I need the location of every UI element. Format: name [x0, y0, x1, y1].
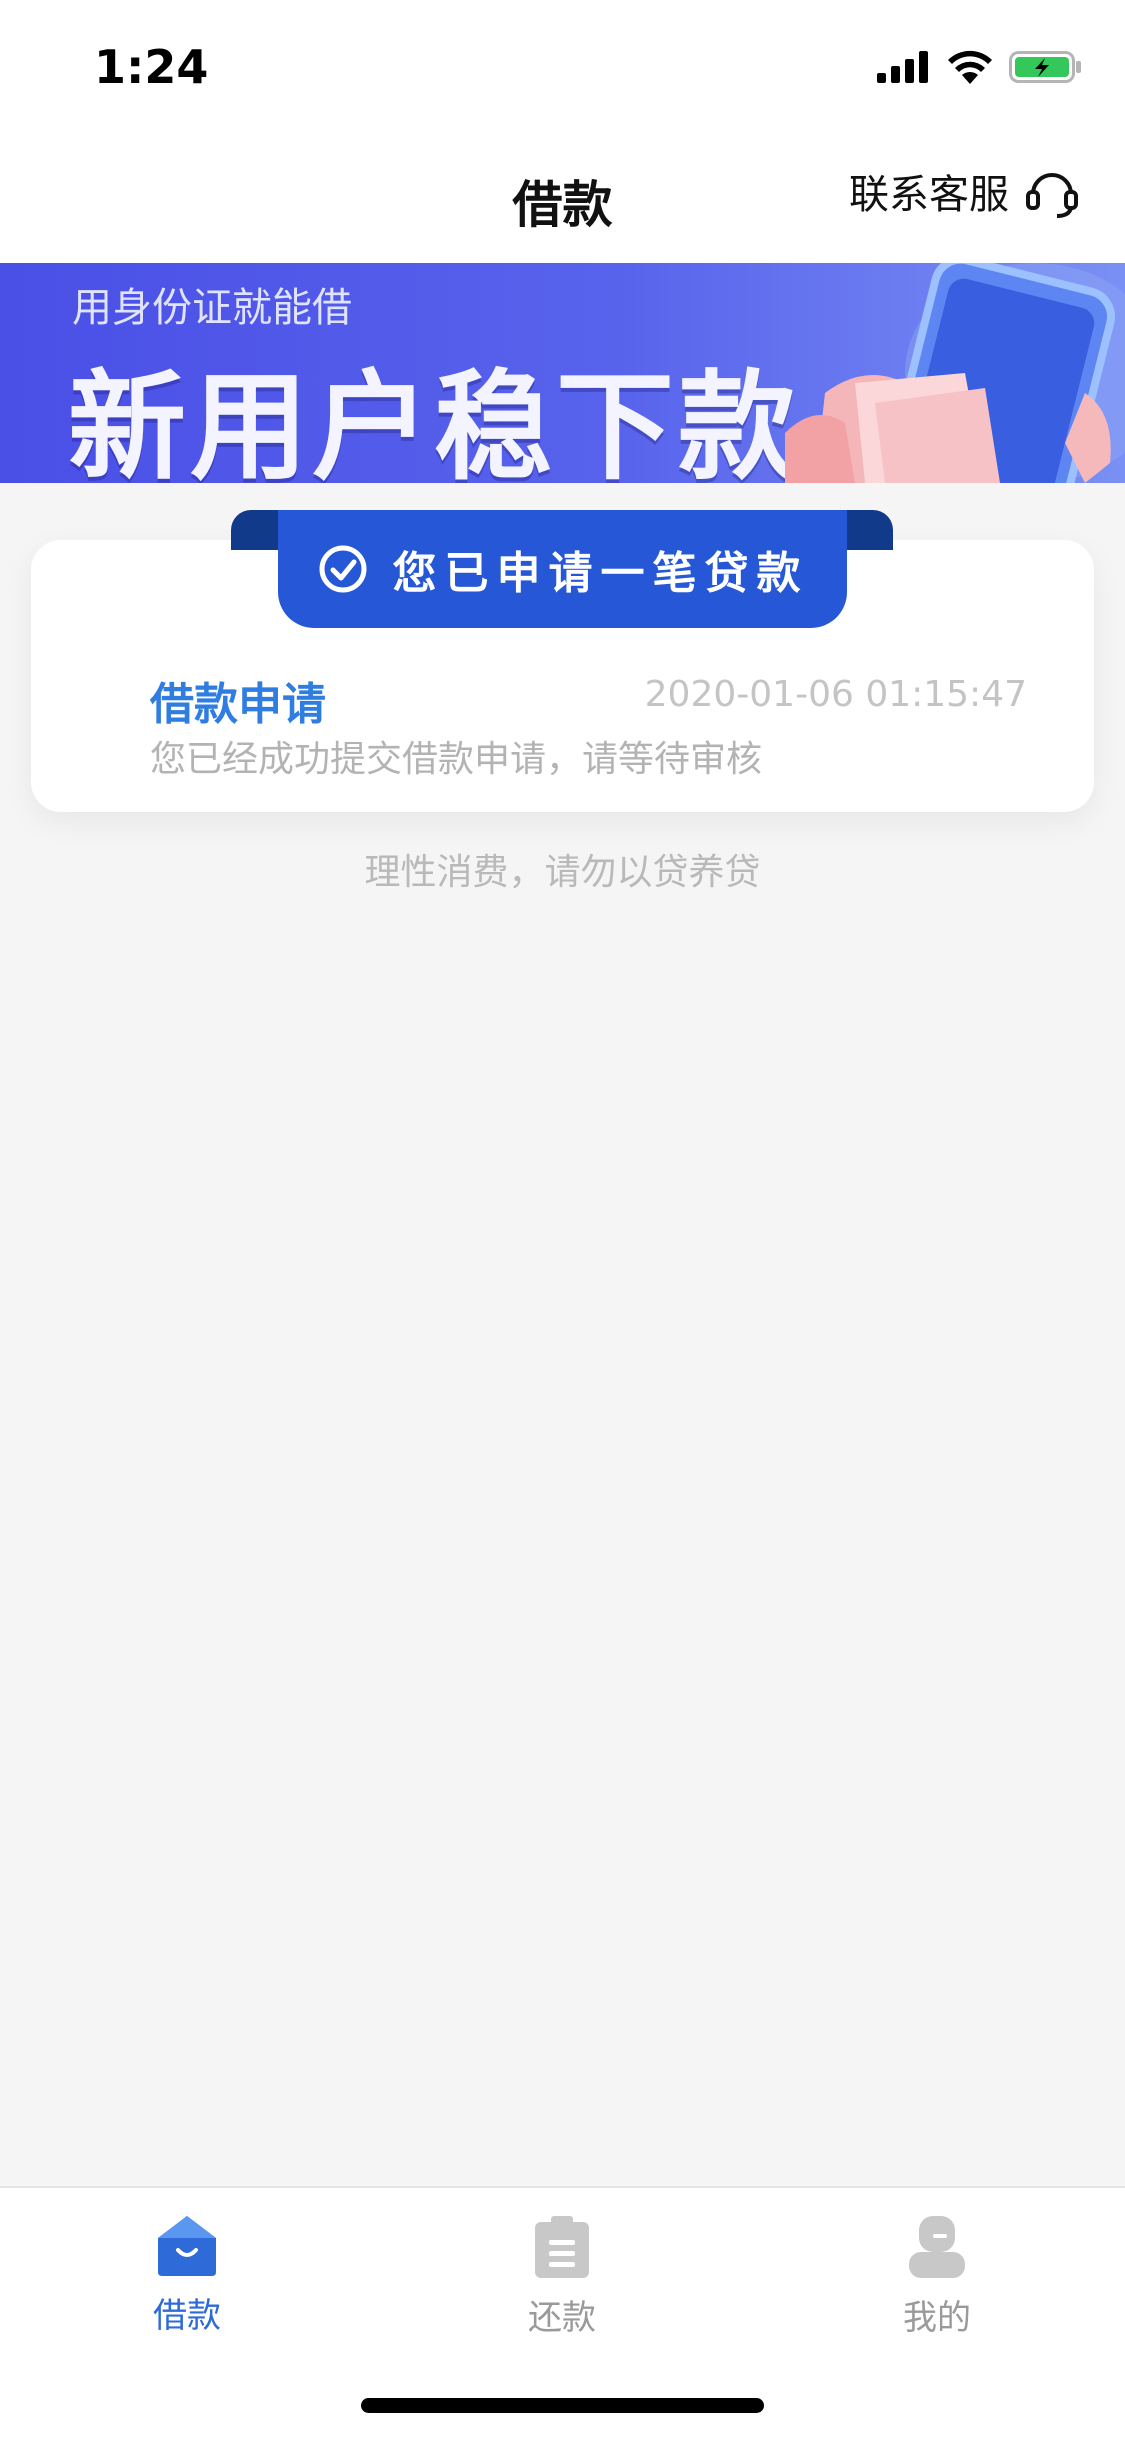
- tab-repay[interactable]: 还款: [437, 2214, 687, 2339]
- ribbon-text: 您已申请一笔贷款: [392, 548, 809, 599]
- banner-subtitle: 用身份证就能借: [72, 285, 352, 331]
- tab-repay-label: 还款: [528, 2298, 596, 2338]
- contact-support-label: 联系客服: [849, 172, 1009, 218]
- promo-banner[interactable]: 用身份证就能借 新用户稳下款: [0, 263, 1125, 483]
- wifi-icon: [948, 50, 992, 84]
- top-area: 1:24 借款 联系客服: [0, 0, 1125, 263]
- headset-icon: [1026, 173, 1078, 218]
- tab-loan[interactable]: 借款: [62, 2214, 312, 2337]
- tab-mine-label: 我的: [903, 2298, 971, 2338]
- clipboard-icon: [535, 2216, 589, 2278]
- tab-loan-label: 借款: [153, 2296, 221, 2336]
- contact-support-button[interactable]: 联系客服: [849, 162, 1081, 220]
- home-indicator[interactable]: [361, 2398, 764, 2413]
- banner-headline: 新用户稳下款: [68, 358, 801, 483]
- check-circle-icon: [319, 545, 366, 593]
- signal-icon: [877, 51, 928, 83]
- application-description: 您已经成功提交借款申请，请等待审核: [150, 739, 763, 780]
- user-icon: [909, 2216, 965, 2278]
- application-title: 借款申请: [150, 679, 326, 730]
- tab-mine[interactable]: 我的: [812, 2214, 1062, 2339]
- application-timestamp: 2020-01-06 01:15:47: [644, 674, 1027, 715]
- status-time: 1:24: [94, 40, 209, 94]
- loan-house-icon: [158, 2216, 216, 2276]
- applied-ribbon: 您已申请一笔贷款: [278, 510, 847, 628]
- phone-money-illustration: [785, 263, 1125, 483]
- battery-charging-icon: [1009, 51, 1081, 83]
- status-icons: [877, 50, 1083, 84]
- notice-text: 理性消费，请勿以贷养贷: [364, 852, 761, 893]
